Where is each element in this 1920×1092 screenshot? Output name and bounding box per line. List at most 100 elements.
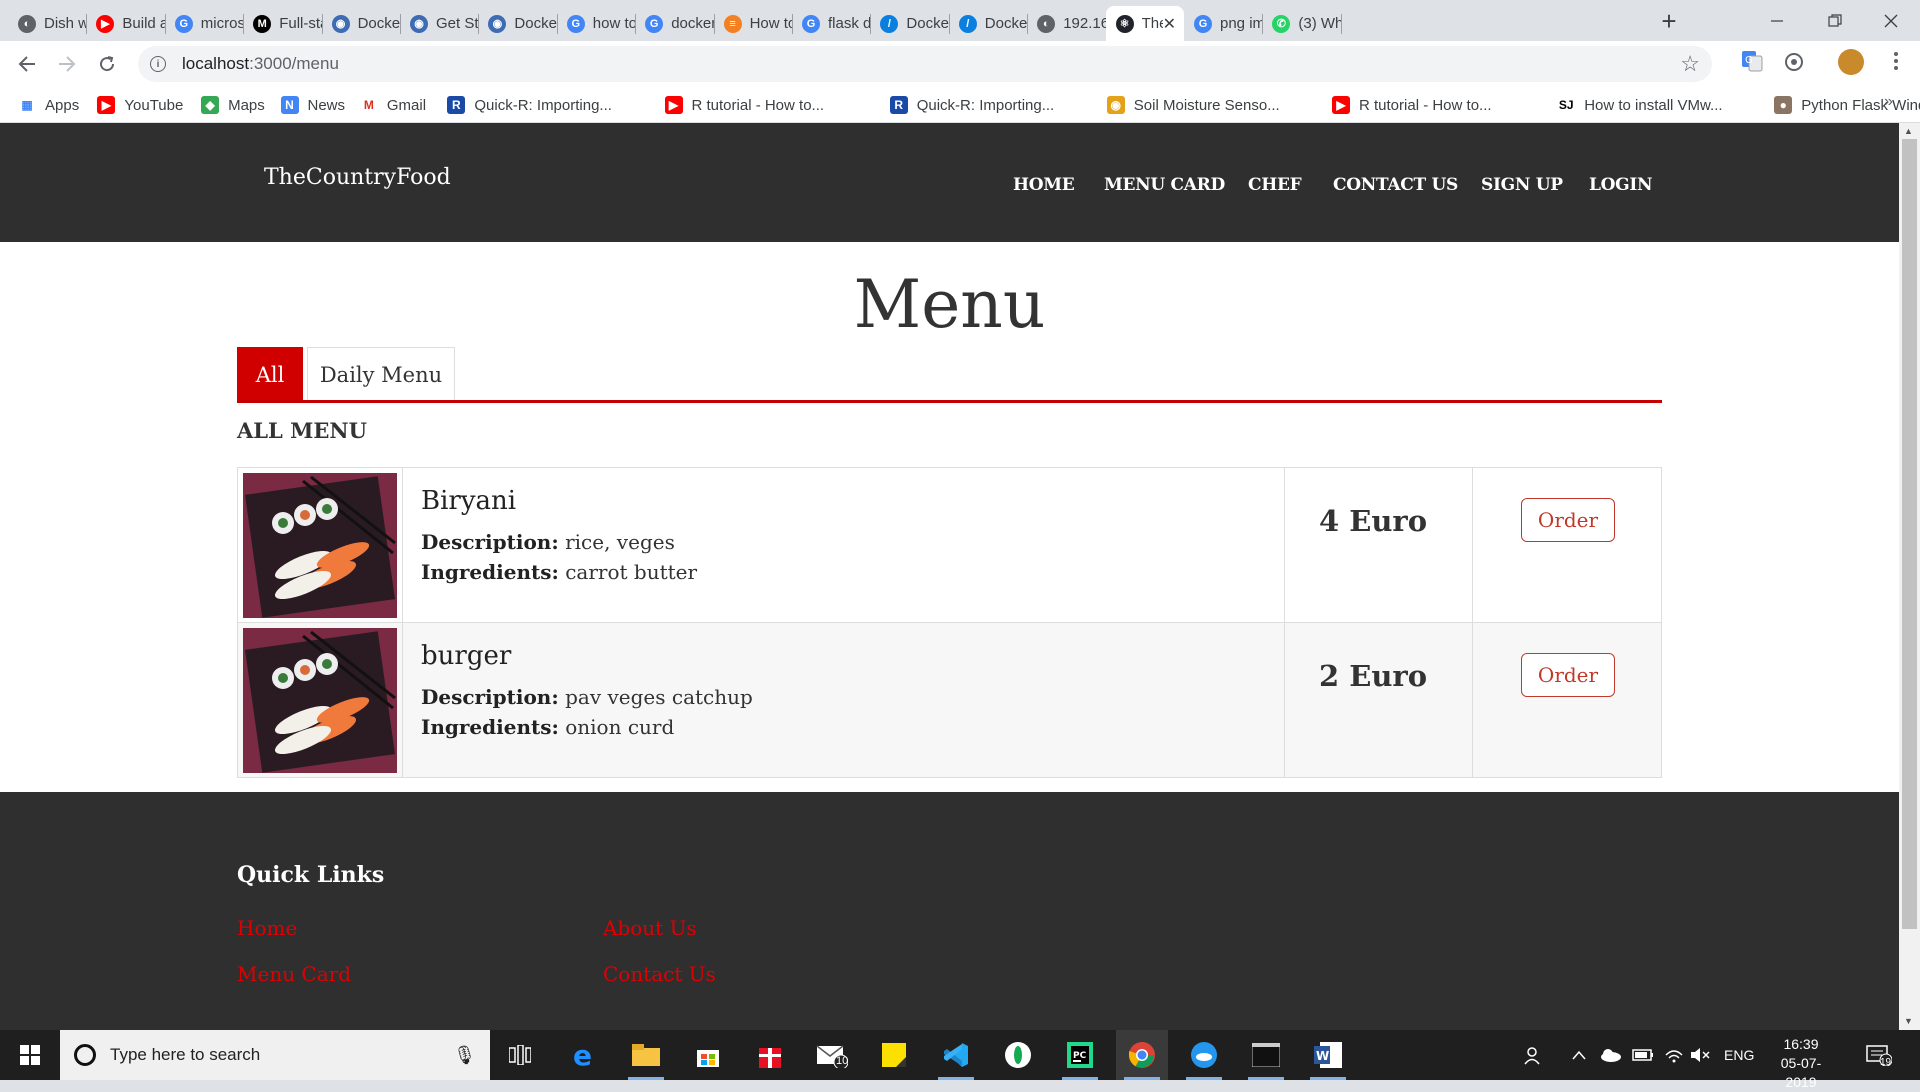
browser-tab[interactable]: ◉ Get Sta [400, 6, 478, 41]
footer-link-contact-us[interactable]: Contact Us [603, 962, 716, 986]
footer-link-menu-card[interactable]: Menu Card [237, 962, 351, 986]
order-button[interactable]: Order [1521, 498, 1615, 542]
browser-tab[interactable]: Gmicros [165, 6, 243, 41]
notification-count: 19 [1880, 1057, 1892, 1068]
bookmark-item[interactable]: M Gmail [359, 94, 426, 116]
mongodb-app[interactable] [992, 1030, 1044, 1080]
action-center-button[interactable]: 19 [1866, 1030, 1892, 1080]
food-image [243, 628, 397, 773]
nav-contact-us[interactable]: CONTACT US [1333, 175, 1458, 195]
browser-tab[interactable]: Gpng im [1184, 6, 1262, 41]
browser-tab[interactable]: ◐ Dish w [8, 6, 86, 41]
address-bar[interactable]: i localhost:3000/menu ☆ [138, 46, 1712, 82]
browser-tab[interactable]: Gflask d [792, 6, 870, 41]
close-window-button[interactable] [1862, 0, 1920, 41]
browser-tab[interactable]: ◐ 192.16 [1027, 6, 1106, 41]
chrome-app[interactable] [1116, 1030, 1168, 1080]
browser-tab[interactable]: M Full-sta [243, 6, 322, 41]
nav-chef[interactable]: CHEF [1248, 175, 1302, 195]
item-price: 2 Euro [1318, 659, 1428, 693]
forward-button[interactable] [52, 49, 82, 79]
bookmark-item[interactable]: ▦ Apps [18, 94, 79, 116]
minimize-button[interactable] [1748, 0, 1806, 41]
nav-login[interactable]: LOGIN [1589, 175, 1653, 195]
language-indicator[interactable]: ENG [1724, 1030, 1754, 1080]
pycharm-app[interactable]: PC [1054, 1030, 1106, 1080]
bookmark-item[interactable]: ◉ Soil Moisture Senso... [1106, 94, 1280, 116]
url-text[interactable]: localhost:3000/menu [182, 54, 339, 74]
sticky-notes-app[interactable] [868, 1030, 920, 1080]
bookmark-item[interactable]: SJ How to install VMw... [1557, 94, 1723, 116]
youtube-icon: ▶ [96, 14, 115, 33]
onedrive-icon[interactable] [1600, 1030, 1622, 1080]
browser-tab[interactable]: ◉ Docker [478, 6, 557, 41]
tab-all[interactable]: All [237, 347, 303, 402]
vscode-app[interactable] [930, 1030, 982, 1080]
browser-tab[interactable]: ▶ Build a [86, 6, 165, 41]
profile-avatar[interactable] [1838, 49, 1864, 75]
bookmarks-overflow-button[interactable]: » [1884, 93, 1893, 111]
order-button[interactable]: Order [1521, 653, 1615, 697]
browser-tab[interactable]: ◉ Docker [322, 6, 400, 41]
bookmark-item[interactable]: R Quick-R: Importing... [889, 94, 1054, 116]
scroll-down-arrow-icon[interactable]: ▼ [1904, 1016, 1913, 1026]
page-scrollbar[interactable]: ▲ ▼ [1899, 123, 1920, 1030]
tab-title: Docker [357, 15, 400, 32]
terminal-app[interactable] [1240, 1030, 1292, 1080]
site-info-icon[interactable]: i [150, 56, 166, 72]
new-tab-button[interactable]: + [1655, 8, 1683, 36]
bookmark-item[interactable]: ▶ YouTube [97, 94, 183, 116]
microphone-icon[interactable]: 🎙 [453, 1045, 476, 1066]
restore-button[interactable] [1806, 0, 1864, 41]
footer-link-about-us[interactable]: About Us [603, 916, 697, 940]
bookmark-item[interactable]: ▶ R tutorial - How to... [1332, 94, 1492, 116]
bookmark-label: Soil Moisture Senso... [1133, 96, 1280, 114]
footer-link-home[interactable]: Home [237, 916, 297, 940]
battery-icon[interactable] [1632, 1030, 1654, 1080]
browser-menu-icon[interactable] [1884, 49, 1910, 75]
google-translate-icon[interactable]: G [1740, 49, 1766, 75]
gift-app[interactable] [744, 1030, 796, 1080]
bookmark-item[interactable]: R Quick-R: Importing... [447, 94, 612, 116]
people-icon[interactable] [1524, 1030, 1544, 1080]
file-explorer-app[interactable] [620, 1030, 672, 1080]
browser-tab[interactable]: / Docker [949, 6, 1027, 41]
browser-tab[interactable]: ⚛ The✕ [1105, 6, 1184, 41]
system-clock[interactable]: 16:39 05-07-2019 [1766, 1035, 1836, 1092]
site-brand[interactable]: TheCountryFood [264, 165, 451, 190]
task-view-button[interactable] [494, 1030, 546, 1080]
browser-tab[interactable]: Ghow to [557, 6, 635, 41]
bookmark-item[interactable]: ◆ Maps [201, 94, 265, 116]
browser-tab[interactable]: / Docker [870, 6, 949, 41]
volume-muted-icon[interactable] [1690, 1030, 1710, 1080]
tab-daily-menu[interactable]: Daily Menu [307, 347, 455, 402]
show-hidden-icons-icon[interactable] [1572, 1030, 1586, 1080]
taskbar-search-box[interactable]: Type here to search 🎙 [60, 1030, 490, 1080]
start-button[interactable] [0, 1030, 60, 1080]
wifi-icon[interactable] [1664, 1030, 1684, 1080]
scroll-up-arrow-icon[interactable]: ▲ [1904, 126, 1913, 136]
extension-icon[interactable] [1782, 50, 1808, 76]
ingredients-label: Ingredients: [421, 560, 559, 584]
word-app[interactable]: W [1302, 1030, 1354, 1080]
nav-menu-card[interactable]: MENU CARD [1104, 175, 1225, 195]
nav-home[interactable]: HOME [1013, 175, 1075, 195]
bookmark-star-icon[interactable]: ☆ [1680, 51, 1700, 77]
nav-sign-up[interactable]: SIGN UP [1481, 175, 1563, 195]
bookmark-item[interactable]: ▶ R tutorial - How to... [664, 94, 824, 116]
reload-icon [100, 56, 115, 72]
bookmark-item[interactable]: ● Python Flask Windo... [1774, 94, 1920, 116]
store-app[interactable] [682, 1030, 734, 1080]
browser-tab[interactable]: Gdocker [635, 6, 714, 41]
edge-app[interactable]: e [558, 1030, 610, 1080]
back-button[interactable] [12, 49, 42, 79]
reload-button[interactable] [92, 49, 122, 79]
scrollbar-thumb[interactable] [1902, 139, 1917, 929]
close-tab-icon[interactable]: ✕ [1163, 14, 1176, 34]
bookmark-item[interactable]: N News [280, 94, 345, 116]
docker-app[interactable] [1178, 1030, 1230, 1080]
browser-tab[interactable]: ≡ How to [714, 6, 792, 41]
mail-app[interactable]: 10 [806, 1030, 858, 1080]
browser-tab[interactable]: ✆ (3) Wh [1262, 6, 1341, 41]
youtube-icon: ▶ [664, 96, 683, 114]
